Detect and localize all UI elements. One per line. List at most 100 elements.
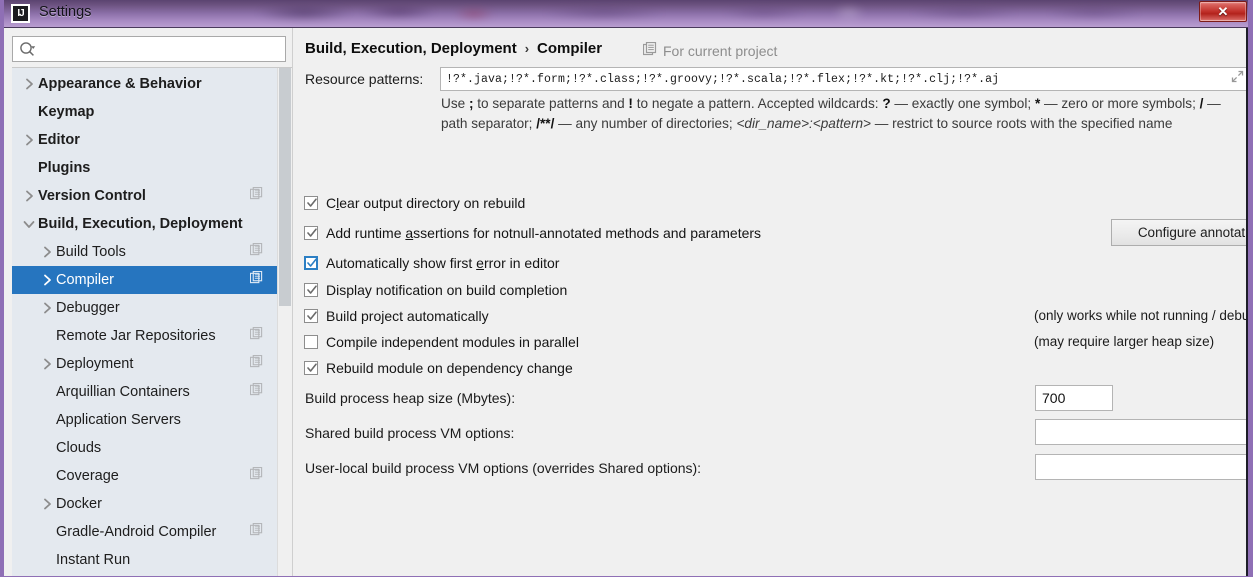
chevron-down-icon[interactable] xyxy=(20,220,38,229)
help-text-b: to separate patterns and xyxy=(473,96,629,111)
field-input-shared-build-process-vm-options[interactable] xyxy=(1035,419,1248,445)
settings-tree-scroll: Appearance & Behavior Keymap Editor Plugins… xyxy=(12,67,292,576)
search-box[interactable] xyxy=(12,36,286,62)
sidebar-item-editor[interactable]: Editor xyxy=(12,126,277,154)
sidebar-item-label: Version Control xyxy=(38,188,146,204)
checkbox-box[interactable] xyxy=(304,196,318,210)
sidebar-item-keymap[interactable]: Keymap xyxy=(12,98,277,126)
window-edge xyxy=(1246,28,1248,576)
field-value: 700 xyxy=(1042,390,1066,406)
checkbox-label-post: ear output directory on rebuild xyxy=(339,195,526,211)
sidebar-item-appearance-behavior[interactable]: Appearance & Behavior xyxy=(12,70,277,98)
resource-patterns-row: Resource patterns: !?*.java;!?*.form;!?*… xyxy=(305,67,1248,91)
checkbox-compile-independent-modules-in-parallel[interactable]: Compile independent modules in parallel xyxy=(304,334,579,350)
chevron-right-icon[interactable] xyxy=(38,246,56,258)
sidebar-item-label: Build, Execution, Deployment xyxy=(38,216,243,232)
checkbox-label-mnemonic: e xyxy=(476,255,484,271)
expand-icon[interactable] xyxy=(1231,70,1244,88)
help-text-g: — any number of directories; xyxy=(554,116,737,131)
resource-patterns-label: Resource patterns: xyxy=(305,71,424,87)
sidebar-item-label: Arquillian Containers xyxy=(56,384,190,400)
sidebar-item-instant-run[interactable]: Instant Run xyxy=(12,546,277,574)
checkbox-box[interactable] xyxy=(304,309,318,323)
chevron-right-icon[interactable] xyxy=(38,302,56,314)
checkbox-automatically-show-first-error-in-editor[interactable]: Automatically show first error in editor xyxy=(304,255,559,271)
breadcrumb-current: Compiler xyxy=(537,40,603,57)
sidebar-item-docker[interactable]: Docker xyxy=(12,490,277,518)
project-scope-icon xyxy=(249,354,263,373)
resource-patterns-value: !?*.java;!?*.form;!?*.class;!?*.groovy;!… xyxy=(446,72,1000,86)
checkbox-label: Clear output directory on rebuild xyxy=(326,195,525,211)
sidebar-item-label: Remote Jar Repositories xyxy=(56,328,216,344)
field-input-user-local-build-process-vm-options-overrides-sh[interactable] xyxy=(1035,454,1248,480)
project-scope-icon xyxy=(249,326,263,345)
field-label-user-local-build-process-vm-options-overrides-sh: User-local build process VM options (ove… xyxy=(305,460,702,476)
hint-text: (may require larger heap size) xyxy=(1034,334,1215,349)
sidebar-item-application-servers[interactable]: Application Servers xyxy=(12,406,277,434)
breadcrumb-parent[interactable]: Build, Execution, Deployment xyxy=(305,40,517,57)
chevron-right-icon[interactable] xyxy=(20,134,38,146)
checkbox-box[interactable] xyxy=(304,226,318,240)
breadcrumb-separator-icon: › xyxy=(524,41,530,56)
sidebar-item-label: Plugins xyxy=(38,160,91,176)
checkbox-label-pre: Rebuild module on dependency change xyxy=(326,360,573,376)
settings-sidebar: Appearance & Behavior Keymap Editor Plugins… xyxy=(4,28,293,576)
checkbox-build-project-automatically[interactable]: Build project automatically xyxy=(304,308,489,324)
chevron-right-icon[interactable] xyxy=(20,78,38,90)
sidebar-item-debugger[interactable]: Debugger xyxy=(12,294,277,322)
sidebar-item-clouds[interactable]: Clouds xyxy=(12,434,277,462)
search-input[interactable] xyxy=(40,42,279,56)
sidebar-item-label: Instant Run xyxy=(56,552,131,568)
sidebar-item-remote-jar-repositories[interactable]: Remote Jar Repositories xyxy=(12,322,277,350)
close-button[interactable]: ✕ xyxy=(1199,1,1247,22)
sidebar-item-plugins[interactable]: Plugins xyxy=(12,154,277,182)
sidebar-item-build-tools[interactable]: Build Tools xyxy=(12,238,277,266)
sidebar-item-label: Docker xyxy=(56,496,102,512)
chevron-right-icon[interactable] xyxy=(38,498,56,510)
sidebar-item-label: Deployment xyxy=(56,356,134,372)
chevron-right-icon[interactable] xyxy=(20,190,38,202)
settings-window: IJ Settings ✕ Appearance & Behavior Keym… xyxy=(0,0,1253,577)
project-scope-icon xyxy=(249,382,263,401)
field-input-build-process-heap-size-mbytes[interactable]: 700 xyxy=(1035,385,1113,411)
checkbox-box[interactable] xyxy=(304,361,318,375)
resource-patterns-input[interactable]: !?*.java;!?*.form;!?*.class;!?*.groovy;!… xyxy=(440,67,1248,91)
chevron-right-icon[interactable] xyxy=(38,358,56,370)
sidebar-item-coverage[interactable]: Coverage xyxy=(12,462,277,490)
sidebar-item-label: Application Servers xyxy=(56,412,181,428)
sidebar-item-label: Keymap xyxy=(38,104,95,120)
checkbox-box[interactable] xyxy=(304,283,318,297)
sidebar-item-build-execution-deployment[interactable]: Build, Execution, Deployment xyxy=(12,210,277,238)
field-label-shared-build-process-vm-options: Shared build process VM options: xyxy=(305,425,515,441)
checkbox-label-pre: Build project automatically xyxy=(326,308,489,324)
sidebar-scrollbar-thumb[interactable] xyxy=(279,68,291,306)
search-icon xyxy=(19,41,36,57)
sidebar-item-gradle-android-compiler[interactable]: Gradle-Android Compiler xyxy=(12,518,277,546)
checkbox-rebuild-module-on-dependency-change[interactable]: Rebuild module on dependency change xyxy=(304,360,573,376)
checkbox-add-runtime-assertions-for-notnull-annotated-met[interactable]: Add runtime assertions for notnull-annot… xyxy=(304,225,761,241)
title-bar: IJ Settings ✕ xyxy=(4,0,1248,28)
scope-note-label: For current project xyxy=(663,42,778,59)
sidebar-item-label: Debugger xyxy=(56,300,120,316)
help-text-h: — restrict to source roots with the spec… xyxy=(870,116,1173,131)
checkbox-label: Display notification on build completion xyxy=(326,282,567,298)
configure-annotations-button[interactable]: Configure annotations... xyxy=(1111,219,1248,246)
sidebar-item-label: Clouds xyxy=(56,440,102,456)
checkbox-box[interactable] xyxy=(304,335,318,349)
checkbox-display-notification-on-build-completion[interactable]: Display notification on build completion xyxy=(304,282,567,298)
chevron-right-icon[interactable] xyxy=(38,274,56,286)
help-text-c: to negate a pattern. Accepted wildcards: xyxy=(632,96,883,111)
sidebar-item-compiler[interactable]: Compiler xyxy=(12,266,277,294)
sidebar-item-label: Build Tools xyxy=(56,244,126,260)
close-icon: ✕ xyxy=(1217,4,1229,19)
sidebar-item-label: Editor xyxy=(38,132,80,148)
checkbox-clear-output-directory-on-rebuild[interactable]: Clear output directory on rebuild xyxy=(304,195,525,211)
sidebar-scrollbar[interactable] xyxy=(277,68,292,576)
sidebar-item-version-control[interactable]: Version Control xyxy=(12,182,277,210)
checkbox-label-pre: Display notification on build completion xyxy=(326,282,568,298)
checkbox-box[interactable] xyxy=(304,256,318,270)
checkbox-label: Add runtime assertions for notnull-annot… xyxy=(326,225,761,241)
search-container xyxy=(4,28,292,67)
sidebar-item-deployment[interactable]: Deployment xyxy=(12,350,277,378)
sidebar-item-arquillian-containers[interactable]: Arquillian Containers xyxy=(12,378,277,406)
